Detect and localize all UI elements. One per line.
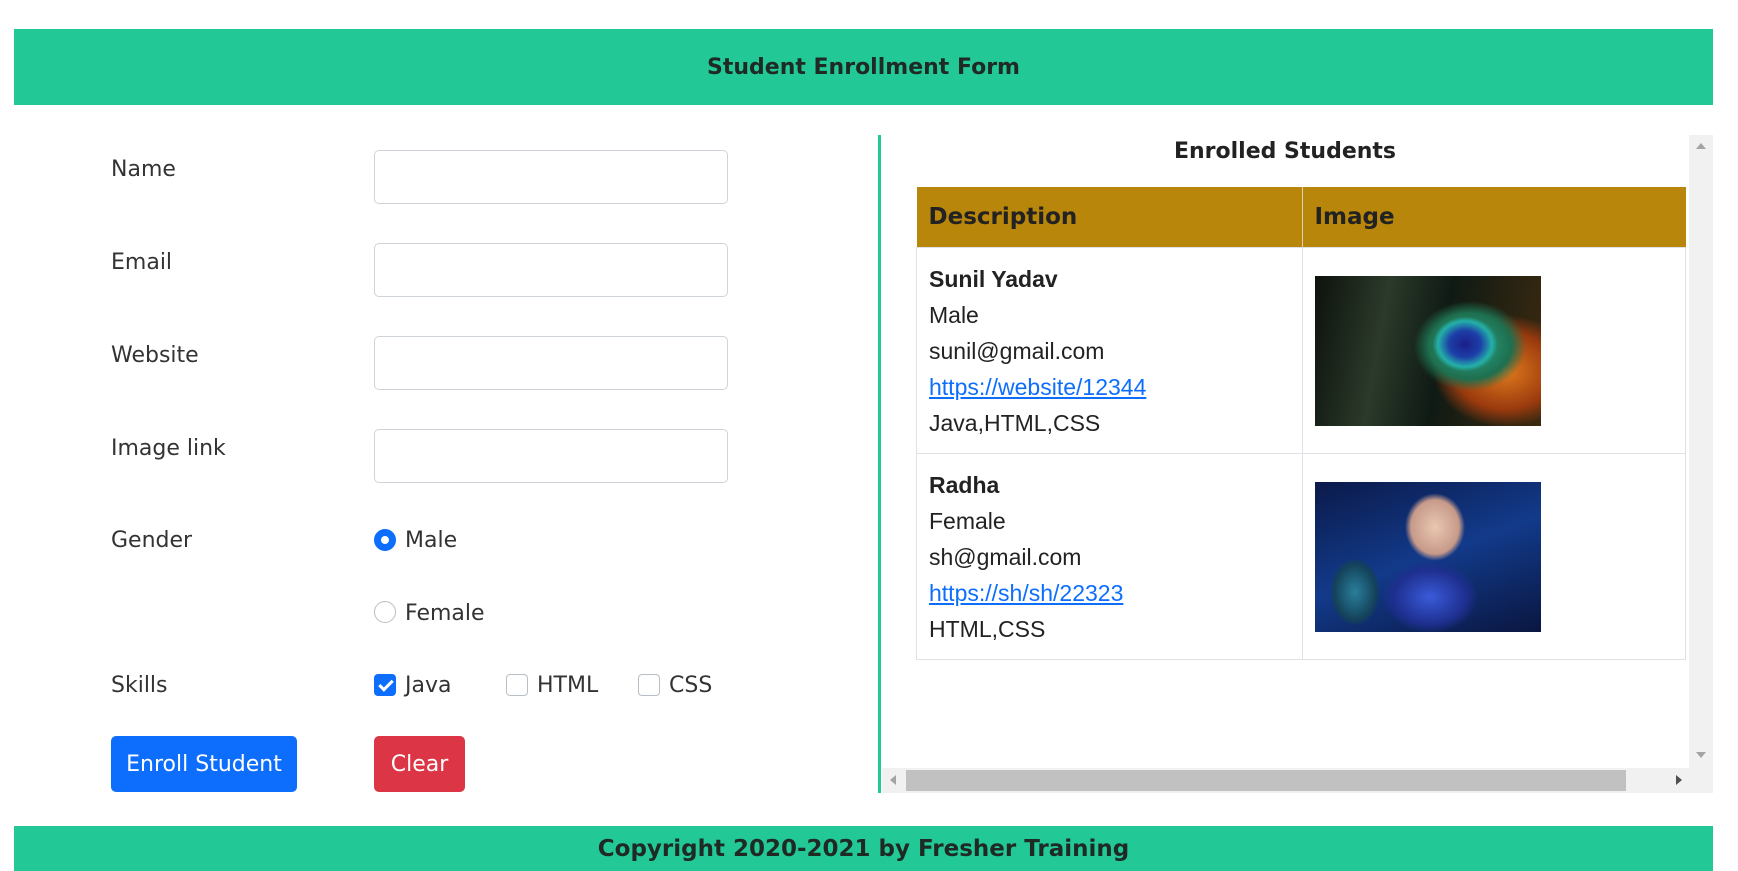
- student-image-cell: [1301, 453, 1686, 660]
- website-input[interactable]: [374, 336, 728, 390]
- skill-java-checkbox[interactable]: [374, 674, 396, 696]
- skill-java-label[interactable]: Java: [405, 673, 451, 698]
- student-skills: Java,HTML,CSS: [929, 409, 1101, 436]
- student-photo: [1314, 481, 1541, 632]
- student-gender: Male: [929, 301, 979, 328]
- student-name: Sunil Yadav: [929, 265, 1058, 292]
- skill-css-label[interactable]: CSS: [669, 673, 712, 698]
- student-website-link[interactable]: https://website/12344: [929, 369, 1290, 405]
- email-input[interactable]: [374, 243, 728, 297]
- student-skills: HTML,CSS: [929, 615, 1046, 642]
- table-header-row: Description Image: [916, 187, 1686, 248]
- email-label: Email: [111, 250, 173, 275]
- scroll-up-icon[interactable]: [1696, 143, 1706, 149]
- gender-female-radio[interactable]: [374, 601, 396, 623]
- image-link-label: Image link: [111, 436, 226, 461]
- skill-html-label[interactable]: HTML: [537, 673, 598, 698]
- gender-male-label[interactable]: Male: [405, 528, 457, 553]
- student-description-cell: Radha Female sh@gmail.com https://sh/sh/…: [916, 453, 1303, 660]
- enrolled-students-title: Enrolled Students: [1173, 139, 1397, 164]
- scroll-down-icon[interactable]: [1696, 752, 1706, 758]
- panel-divider: [878, 135, 881, 793]
- student-image-cell: [1301, 247, 1686, 454]
- student-website-link[interactable]: https://sh/sh/22323: [929, 575, 1290, 611]
- gender-label: Gender: [111, 528, 193, 553]
- page-header: Student Enrollment Form: [14, 29, 1713, 105]
- scroll-right-icon[interactable]: [1676, 775, 1682, 785]
- scroll-left-icon[interactable]: [890, 775, 896, 785]
- student-email: sh@gmail.com: [929, 543, 1082, 570]
- name-label: Name: [111, 157, 176, 182]
- website-label: Website: [111, 343, 199, 368]
- table-row: Radha Female sh@gmail.com https://sh/sh/…: [916, 453, 1686, 660]
- page-title: Student Enrollment Form: [707, 54, 1020, 80]
- clear-button[interactable]: Clear: [374, 736, 465, 792]
- student-email: sunil@gmail.com: [929, 337, 1105, 364]
- skill-css-checkbox[interactable]: [638, 674, 660, 696]
- column-header-image: Image: [1302, 187, 1686, 248]
- image-link-input[interactable]: [374, 429, 728, 483]
- student-gender: Female: [929, 507, 1006, 534]
- copyright-text: Copyright 2020-2021 by Fresher Training: [597, 835, 1130, 862]
- student-description-cell: Sunil Yadav Male sunil@gmail.com https:/…: [916, 247, 1303, 454]
- gender-male-radio[interactable]: [374, 529, 396, 551]
- page-footer: Copyright 2020-2021 by Fresher Training: [14, 826, 1713, 871]
- table-row: Sunil Yadav Male sunil@gmail.com https:/…: [916, 247, 1686, 454]
- horizontal-scrollbar-thumb[interactable]: [906, 770, 1626, 791]
- enrolled-students-table: Description Image Sunil Yadav Male sunil…: [916, 187, 1686, 660]
- gender-female-label[interactable]: Female: [405, 601, 485, 626]
- column-header-description: Description: [916, 187, 1303, 248]
- skills-label: Skills: [111, 673, 168, 698]
- skill-html-checkbox[interactable]: [506, 674, 528, 696]
- student-name: Radha: [929, 471, 1000, 498]
- vertical-scrollbar[interactable]: [1689, 135, 1713, 793]
- name-input[interactable]: [374, 150, 728, 204]
- student-photo: [1314, 275, 1541, 426]
- enroll-student-button[interactable]: Enroll Student: [111, 736, 297, 792]
